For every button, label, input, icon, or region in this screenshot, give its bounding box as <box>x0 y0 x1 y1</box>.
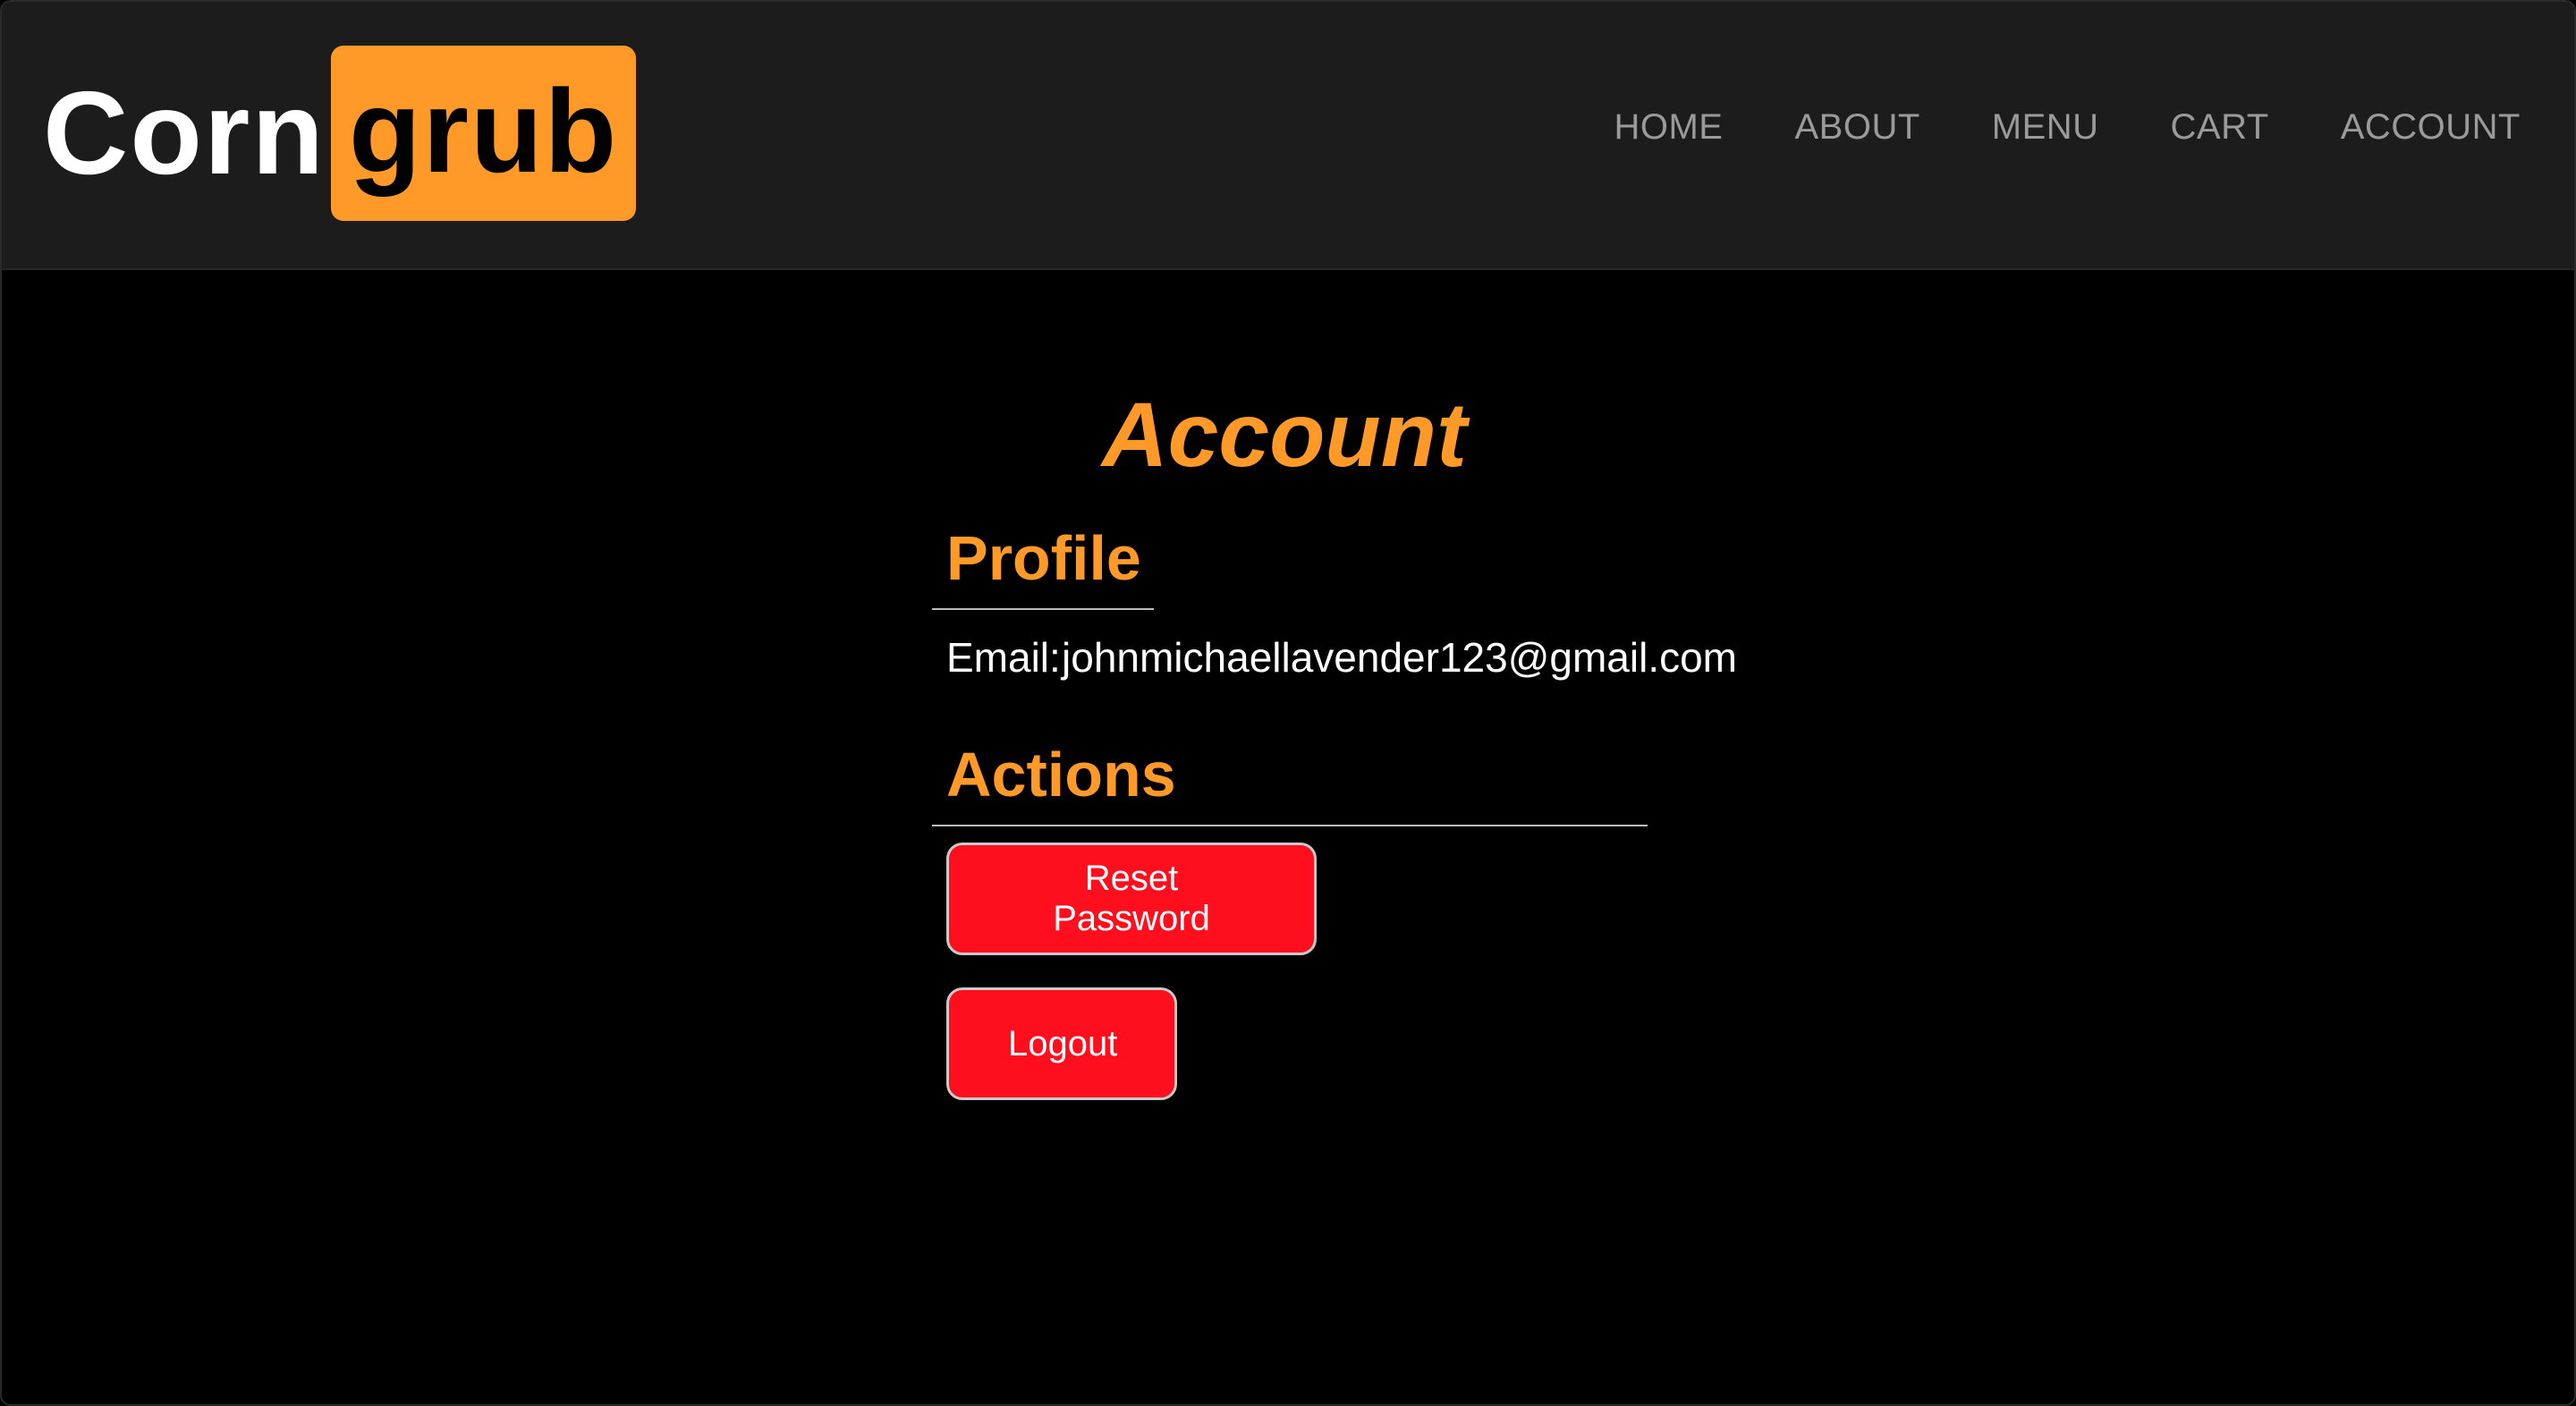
reset-password-button[interactable]: Reset Password <box>946 843 1317 955</box>
site-header: Corn grub HOME ABOUT MENU CART ACCOUNT <box>2 2 2574 270</box>
nav-item-about[interactable]: ABOUT <box>1794 107 1919 148</box>
brand-logo[interactable]: Corn grub <box>43 45 637 222</box>
actions-section: Actions Reset Password Logout <box>932 737 1737 1100</box>
profile-divider <box>932 608 1154 610</box>
nav-item-home[interactable]: HOME <box>1614 107 1723 148</box>
profile-heading: Profile <box>946 523 1141 593</box>
profile-section: Profile Email: johnmichaellavender123@gm… <box>932 521 1737 682</box>
account-content: Profile Email: johnmichaellavender123@gm… <box>932 521 1737 1100</box>
actions-heading: Actions <box>946 740 1176 809</box>
account-page: Corn grub HOME ABOUT MENU CART ACCOUNT A… <box>0 0 2576 1406</box>
actions-divider <box>932 825 1648 826</box>
email-value: johnmichaellavender123@gmail.com <box>1062 634 1737 681</box>
email-row: Email: johnmichaellavender123@gmail.com <box>932 633 1737 682</box>
page-title-wrapper: Account <box>2 384 2574 486</box>
logo-text-corn: Corn <box>43 67 326 199</box>
logo-text-grub: grub <box>330 46 637 221</box>
email-label: Email: <box>946 634 1061 681</box>
page-title: Account <box>1102 384 1467 486</box>
nav-item-account[interactable]: ACCOUNT <box>2341 107 2521 148</box>
nav-item-cart[interactable]: CART <box>2171 107 2269 148</box>
logout-button[interactable]: Logout <box>946 987 1177 1100</box>
main-nav: HOME ABOUT MENU CART ACCOUNT <box>1614 107 2521 148</box>
nav-item-menu[interactable]: MENU <box>1992 107 2099 148</box>
